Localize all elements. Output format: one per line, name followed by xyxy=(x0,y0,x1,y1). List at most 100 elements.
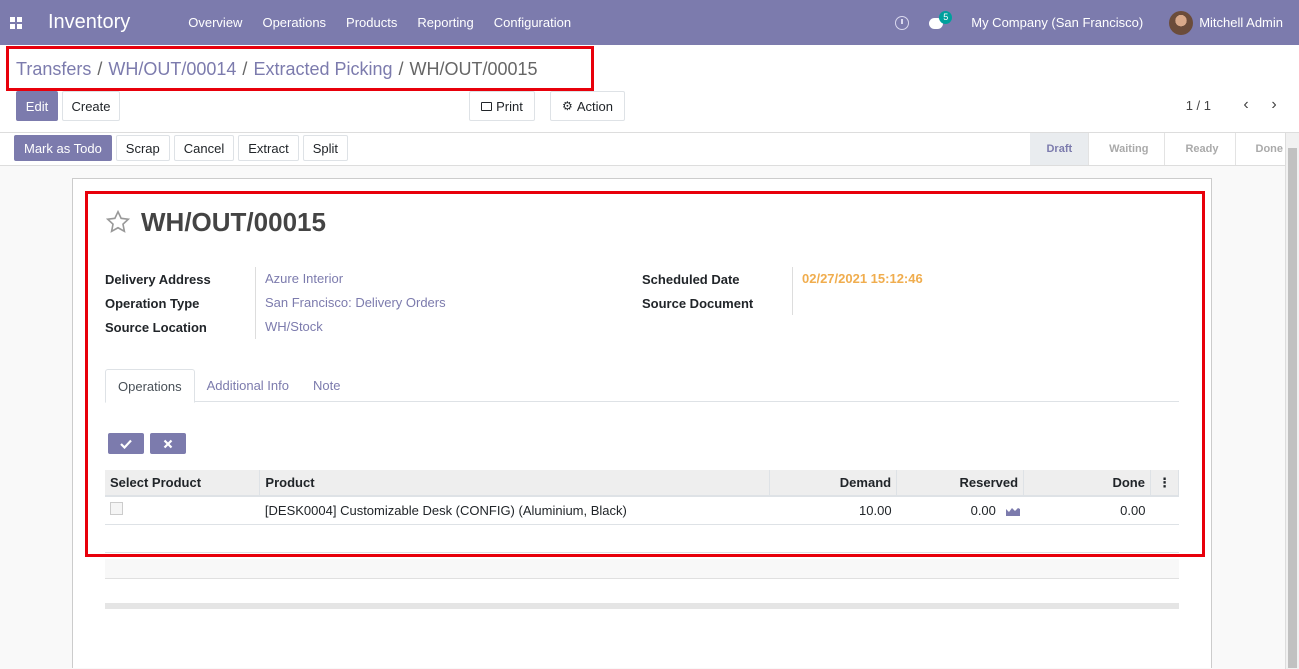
forecast-chart-icon[interactable] xyxy=(1005,506,1020,517)
cancel-button[interactable]: Cancel xyxy=(173,135,235,161)
split-button[interactable]: Split xyxy=(302,135,348,161)
step-waiting[interactable]: Waiting xyxy=(1088,133,1165,165)
step-ready[interactable]: Ready xyxy=(1164,133,1235,165)
operation-type-value[interactable]: San Francisco: Delivery Orders xyxy=(255,291,446,315)
line-action-buttons xyxy=(108,433,186,454)
scrollbar[interactable] xyxy=(1285,133,1299,669)
breadcrumb-wh-out-00014[interactable]: WH/OUT/00014 xyxy=(108,59,236,80)
chevron-right-icon[interactable]: › xyxy=(1267,96,1281,113)
breadcrumb-separator: / xyxy=(398,59,404,79)
breadcrumb-transfers[interactable]: Transfers xyxy=(16,59,91,80)
breadcrumb-separator: / xyxy=(242,59,248,79)
table-header-row: Select Product Product Demand Reserved D… xyxy=(105,470,1180,497)
record-title: WH/OUT/00015 xyxy=(141,207,326,237)
status-steps: Draft Waiting Ready Done xyxy=(1030,133,1299,165)
left-field-group: Delivery Address Azure Interior Operatio… xyxy=(105,267,446,339)
chat-icon[interactable]: 5 xyxy=(929,10,953,30)
control-panel: Transfers / WH/OUT/00014 / Extracted Pic… xyxy=(0,45,1299,133)
source-location-value[interactable]: WH/Stock xyxy=(255,315,323,339)
reserved-cell[interactable]: 0.00 xyxy=(896,496,1024,525)
pager-nav: ‹ › xyxy=(1239,96,1281,113)
print-label: Print xyxy=(496,98,523,114)
deselect-all-button[interactable] xyxy=(150,433,186,454)
breadcrumb-extracted-picking[interactable]: Extracted Picking xyxy=(253,59,392,80)
main-menu: Overview Operations Products Reporting C… xyxy=(178,0,581,45)
field-source-document: Source Document xyxy=(642,291,923,315)
scrollbar-thumb[interactable] xyxy=(1288,148,1297,668)
breadcrumb-separator: / xyxy=(97,59,103,79)
printer-icon xyxy=(481,101,493,111)
user-menu[interactable]: Mitchell Admin xyxy=(1169,10,1283,35)
apps-menu-icon[interactable] xyxy=(0,0,32,45)
field-label: Scheduled Date xyxy=(642,271,740,287)
select-all-check-button[interactable] xyxy=(108,433,144,454)
reserved-value: 0.00 xyxy=(970,502,996,518)
operations-table: Select Product Product Demand Reserved D… xyxy=(105,470,1180,553)
select-checkbox[interactable] xyxy=(110,502,123,516)
notebook-tabs: Operations Additional Info Note xyxy=(105,369,1179,403)
menu-configuration[interactable]: Configuration xyxy=(484,0,581,45)
create-button[interactable]: Create xyxy=(62,91,120,121)
star-icon[interactable] xyxy=(105,209,131,235)
right-field-group: Scheduled Date 02/27/2021 15:12:46 Sourc… xyxy=(642,267,923,315)
scrap-button[interactable]: Scrap xyxy=(115,135,170,161)
check-icon xyxy=(120,439,132,449)
field-operation-type: Operation Type San Francisco: Delivery O… xyxy=(105,291,446,315)
action-button[interactable]: ⚙ Action xyxy=(550,91,625,121)
product-cell[interactable]: [DESK0004] Customizable Desk (CONFIG) (A… xyxy=(259,496,770,525)
menu-products[interactable]: Products xyxy=(336,0,407,45)
breadcrumb-current: WH/OUT/00015 xyxy=(409,59,538,79)
form-view: WH/OUT/00015 Delivery Address Azure Inte… xyxy=(0,166,1285,669)
statusbar-buttons: Mark as Todo Scrap Cancel Extract Split xyxy=(14,135,348,161)
extract-button[interactable]: Extract xyxy=(238,135,299,161)
scheduled-date-value: 02/27/2021 15:12:46 xyxy=(792,267,923,291)
field-scheduled-date: Scheduled Date 02/27/2021 15:12:46 xyxy=(642,267,923,291)
table-footer xyxy=(105,603,1179,609)
pager-value[interactable]: 1 / 1 xyxy=(1186,98,1211,113)
table-empty-row xyxy=(105,524,1179,553)
tab-additional-info[interactable]: Additional Info xyxy=(195,369,301,402)
menu-operations[interactable]: Operations xyxy=(252,0,336,45)
column-demand[interactable]: Demand xyxy=(769,470,898,497)
table-row[interactable]: [DESK0004] Customizable Desk (CONFIG) (A… xyxy=(105,496,1179,525)
step-draft[interactable]: Draft xyxy=(1030,133,1089,165)
column-reserved[interactable]: Reserved xyxy=(896,470,1025,497)
delivery-address-value[interactable]: Azure Interior xyxy=(255,267,343,291)
source-document-value xyxy=(792,291,802,315)
menu-overview[interactable]: Overview xyxy=(178,0,252,45)
app-title[interactable]: Inventory xyxy=(48,11,130,34)
optional-columns-icon[interactable]: ⋮ xyxy=(1150,470,1180,497)
tab-note[interactable]: Note xyxy=(301,369,352,402)
avatar xyxy=(1169,10,1194,35)
row-spacer xyxy=(1150,496,1179,525)
gear-icon: ⚙ xyxy=(562,99,573,113)
chevron-left-icon[interactable]: ‹ xyxy=(1239,96,1253,113)
mark-as-todo-button[interactable]: Mark as Todo xyxy=(14,135,112,161)
column-product[interactable]: Product xyxy=(259,470,771,497)
close-icon xyxy=(163,439,173,448)
edit-button[interactable]: Edit xyxy=(16,91,58,121)
select-checkbox-cell xyxy=(105,496,260,525)
print-button[interactable]: Print xyxy=(469,91,535,121)
field-delivery-address: Delivery Address Azure Interior xyxy=(105,267,446,291)
table-empty-band xyxy=(105,559,1179,579)
tab-operations[interactable]: Operations xyxy=(105,369,195,403)
statusbar: Mark as Todo Scrap Cancel Extract Split … xyxy=(0,133,1299,166)
breadcrumb: Transfers / WH/OUT/00014 / Extracted Pic… xyxy=(16,59,538,80)
menu-reporting[interactable]: Reporting xyxy=(407,0,483,45)
top-navbar: Inventory Overview Operations Products R… xyxy=(0,0,1299,45)
activity-clock-icon[interactable] xyxy=(895,15,910,30)
field-label: Source Location xyxy=(105,319,207,335)
column-done[interactable]: Done xyxy=(1023,470,1151,497)
user-name: Mitchell Admin xyxy=(1199,15,1283,30)
field-label: Source Document xyxy=(642,295,754,311)
action-label: Action xyxy=(576,98,613,114)
company-switcher[interactable]: My Company (San Francisco) xyxy=(971,15,1143,30)
column-select-product[interactable]: Select Product xyxy=(105,470,261,497)
field-label: Delivery Address xyxy=(105,271,211,287)
demand-cell[interactable]: 10.00 xyxy=(769,496,897,525)
done-cell[interactable]: 0.00 xyxy=(1023,496,1151,525)
field-source-location: Source Location WH/Stock xyxy=(105,315,446,339)
chat-badge: 5 xyxy=(939,10,953,24)
field-label: Operation Type xyxy=(105,295,200,311)
